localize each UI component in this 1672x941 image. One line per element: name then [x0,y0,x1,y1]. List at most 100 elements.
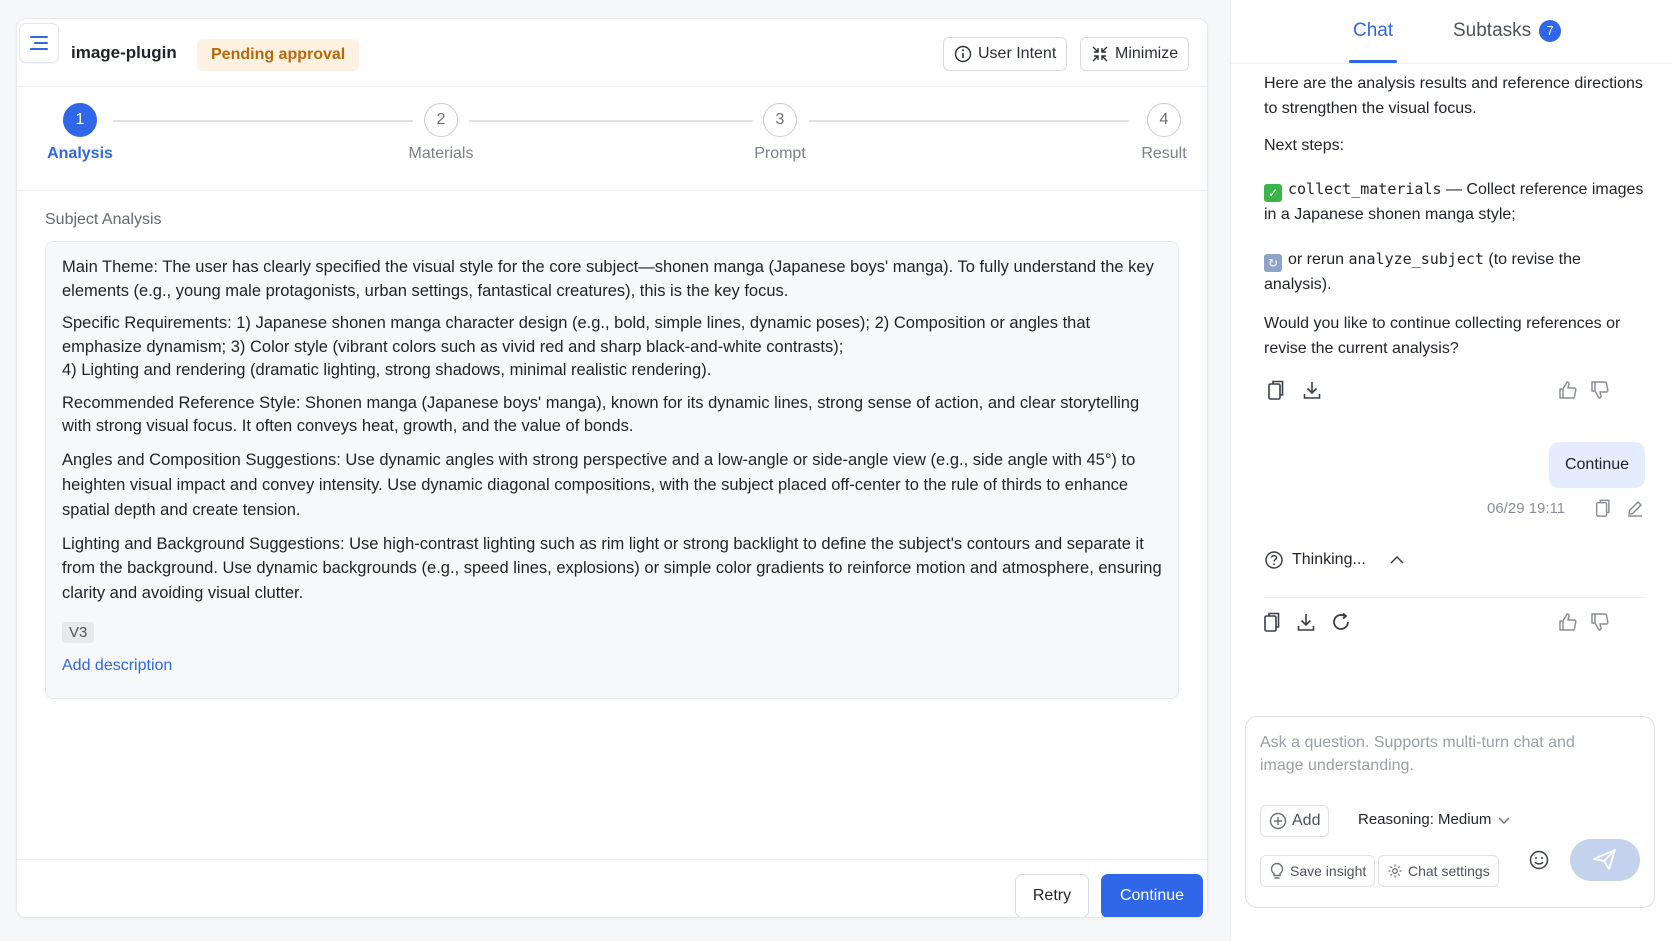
send-icon [1593,849,1616,870]
copy-icon [1595,499,1610,517]
emoji-button[interactable] [1528,849,1552,873]
user-intent-label: User Intent [978,45,1057,62]
chat-composer: Ask a question. Supports multi-turn chat… [1245,716,1655,908]
assistant-intro: Here are the analysis results and refere… [1264,75,1643,117]
chevron-up-icon [1390,555,1404,564]
copy-icon [1264,612,1280,632]
chat-input[interactable]: Ask a question. Supports multi-turn chat… [1260,731,1590,777]
assistant-question: Would you like to continue collecting re… [1264,315,1621,357]
step2-code: analyze_subject [1348,250,1484,268]
add-description-link[interactable]: Add description [62,657,1162,675]
download-icon [1303,382,1321,399]
check-icon: ✓ [1264,184,1282,202]
step-label: Result [1141,145,1187,162]
thumbs-up-button[interactable] [1556,610,1580,634]
step-number: 4 [1147,103,1181,137]
copy-button[interactable] [1264,378,1288,402]
copy-user-message-button[interactable] [1591,496,1615,520]
save-insight-button[interactable]: Save insight [1260,855,1376,887]
next-step-rerun: ↻ or rerun analyze_subject (to revise the… [1264,247,1644,297]
add-label: Add [1292,812,1321,829]
lightbulb-icon [1270,862,1284,879]
divider [1264,597,1644,598]
thumbs-down-icon [1591,381,1609,399]
menu-button[interactable] [19,23,59,63]
status-badge: Pending approval [197,39,360,71]
step1-code: collect_materials [1288,180,1442,198]
subtasks-count-badge: 7 [1539,20,1562,42]
chat-panel: Chat Subtasks 7 Here are the analysis re… [1230,0,1672,941]
chat-settings-label: Chat settings [1408,863,1490,879]
chevron-down-icon [1498,817,1510,824]
plugin-name: image-plugin [71,43,177,62]
continue-button[interactable]: Continue [1101,874,1203,917]
tab-chat[interactable]: Chat [1353,20,1393,42]
refresh-icon [1333,612,1349,630]
chat-settings-button[interactable]: Chat settings [1378,855,1499,887]
message-timestamp: 06/29 19:11 [1487,500,1566,517]
regenerate-button[interactable] [1329,610,1353,634]
minimize-label: Minimize [1115,45,1179,62]
save-insight-label: Save insight [1290,863,1367,879]
thumbs-up-button[interactable] [1556,378,1580,402]
step-result[interactable]: 4 Result [1114,103,1207,163]
pencil-icon [1628,501,1642,517]
plus-circle-icon [1269,812,1287,830]
step-number: 3 [763,103,797,137]
analysis-paragraph: Angles and Composition Suggestions: Use … [62,450,1136,519]
thinking-label: Thinking... [1292,551,1366,568]
reasoning-select[interactable]: Reasoning: Medium [1358,811,1511,828]
step-connector [469,120,753,122]
thumbs-down-button[interactable] [1588,378,1612,402]
workflow-panel: image-plugin Pending approval User Inten… [16,18,1208,918]
message-actions [1264,610,1644,638]
app-root: image-plugin Pending approval User Inten… [0,0,1672,941]
step-connector [809,120,1129,122]
gear-icon [1388,864,1402,878]
copy-button[interactable] [1260,610,1284,634]
step-number: 1 [63,103,97,137]
next-step-collect: ✓ collect_materials — Collect reference i… [1264,177,1644,227]
download-button[interactable] [1300,378,1324,402]
copy-icon [1268,380,1284,400]
question-circle-icon [1265,551,1283,569]
step-analysis[interactable]: 1 Analysis [30,103,130,163]
version-tag: V3 [62,622,95,643]
analysis-content: Main Theme: The user has clearly specifi… [45,241,1179,699]
analysis-paragraph: Specific Requirements: 1) Japanese shone… [62,314,1091,379]
thinking-indicator[interactable]: Thinking... [1264,550,1406,570]
step-materials[interactable]: 2 Materials [391,103,491,163]
message-actions [1264,378,1644,406]
edit-message-button[interactable] [1623,496,1647,520]
info-icon [954,45,972,63]
thumbs-down-button[interactable] [1588,610,1612,634]
smiley-icon [1529,850,1549,870]
step-number: 2 [424,103,458,137]
user-message: Continue [1549,442,1645,488]
add-attachment-button[interactable]: Add [1260,805,1330,837]
step-prompt[interactable]: 3 Prompt [730,103,830,163]
tab-subtasks[interactable]: Subtasks 7 [1453,20,1562,42]
workflow-footer: Retry Continue [17,859,1207,917]
send-button[interactable] [1570,839,1640,881]
workflow-header: image-plugin Pending approval User Inten… [17,19,1207,87]
analysis-paragraph: Main Theme: The user has clearly specifi… [62,258,1154,300]
step-label: Analysis [47,145,113,162]
step-label: Prompt [754,145,806,162]
reasoning-label: Reasoning: Medium [1358,811,1492,828]
thumbs-up-icon [1559,613,1577,631]
next-steps-label: Next steps: [1264,137,1345,154]
menu-icon [30,36,48,50]
refresh-icon: ↻ [1264,254,1282,272]
download-icon [1297,614,1315,631]
download-button[interactable] [1294,610,1318,634]
step-label: Materials [408,145,474,162]
minimize-button[interactable]: Minimize [1080,37,1190,71]
analysis-paragraph: Lighting and Background Suggestions: Use… [62,534,1162,602]
user-intent-button[interactable]: User Intent [943,37,1068,71]
chat-tabs: Chat Subtasks 7 [1231,0,1672,64]
step2-prefix: or rerun [1288,251,1349,268]
section-title: Subject Analysis [45,211,162,228]
workflow-stepper: 1 Analysis 2 Materials 3 Prompt 4 Result [17,87,1207,191]
retry-button[interactable]: Retry [1015,874,1089,917]
